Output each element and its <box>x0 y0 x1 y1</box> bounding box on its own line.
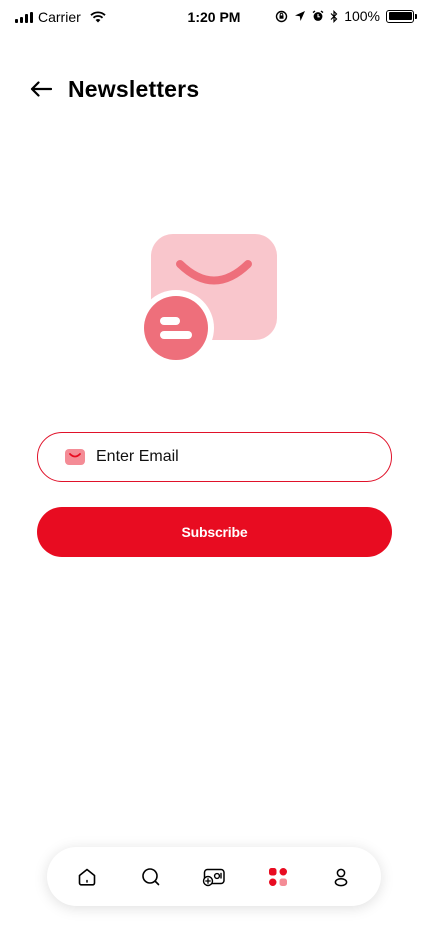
gallery-add-icon <box>202 868 225 886</box>
battery-icon <box>386 9 417 23</box>
location-icon <box>295 11 306 21</box>
status-right: 100% <box>275 8 417 24</box>
home-icon <box>78 868 96 886</box>
nav-home[interactable] <box>75 865 99 889</box>
nav-search[interactable] <box>139 865 163 889</box>
bluetooth-icon <box>330 9 338 23</box>
email-field[interactable] <box>37 432 392 482</box>
nav-categories[interactable] <box>266 865 290 889</box>
arrow-left-icon <box>30 81 52 97</box>
bottom-nav <box>47 847 381 906</box>
nav-profile[interactable] <box>329 865 353 889</box>
battery-percent: 100% <box>344 8 380 24</box>
alarm-icon <box>312 10 324 21</box>
page-title: Newsletters <box>68 75 200 102</box>
profile-icon <box>334 868 348 886</box>
nav-gallery[interactable] <box>202 865 226 889</box>
newsletter-envelope-icon <box>144 234 277 364</box>
categories-icon <box>268 867 287 886</box>
mail-icon <box>65 449 85 465</box>
rotation-lock-icon <box>275 10 288 22</box>
subscribe-button[interactable]: Subscribe <box>37 507 392 557</box>
header: Newsletters <box>30 72 199 106</box>
back-button[interactable] <box>30 72 54 106</box>
email-input[interactable] <box>96 448 356 466</box>
search-icon <box>141 867 159 885</box>
status-bar: Carrier 1:20 PM 100% <box>0 0 428 34</box>
